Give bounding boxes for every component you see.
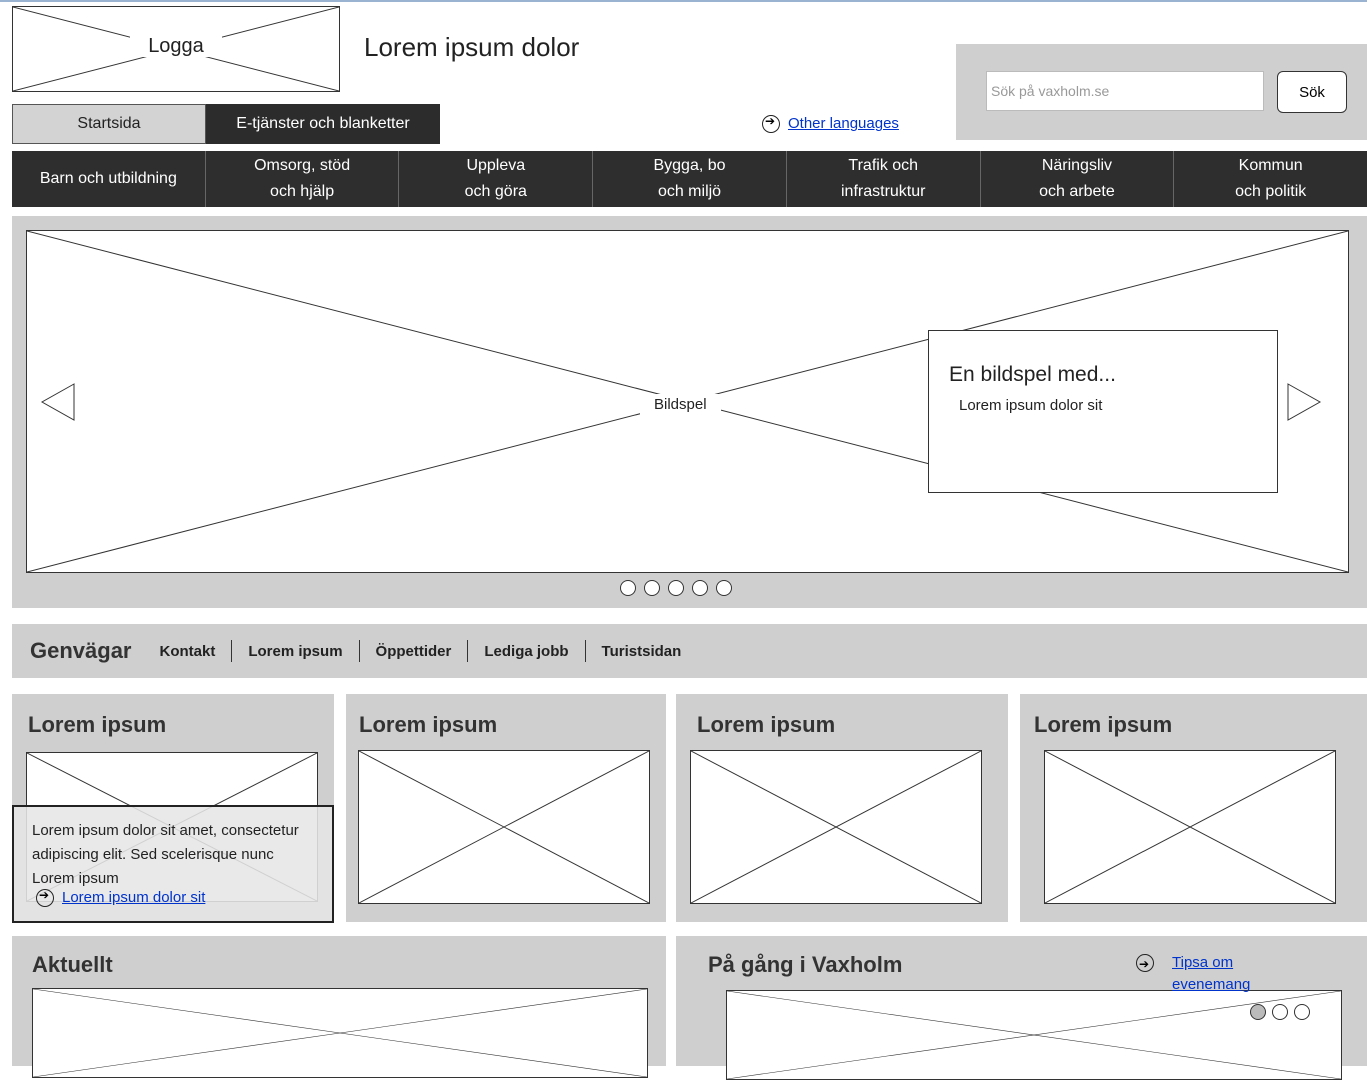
overlay-link-text[interactable]: Lorem ipsum dolor sit [62, 889, 205, 906]
top-border [0, 0, 1367, 2]
caption-title: En bildspel med... [949, 363, 1116, 386]
card-image-placeholder [1044, 750, 1336, 904]
slideshow-caption: En bildspel med... Lorem ipsum dolor sit [928, 330, 1278, 493]
shortcut-link-turistsidan[interactable]: Turistsidan [602, 643, 682, 660]
news-title: Aktuellt [32, 952, 113, 977]
overlay-link[interactable]: Lorem ipsum dolor sit [36, 888, 205, 908]
pagination-dot[interactable] [692, 580, 708, 596]
shortcut-link-lediga-jobb[interactable]: Lediga jobb [484, 643, 568, 660]
nav-item-bygga[interactable]: Bygga, bo och miljö [593, 151, 787, 207]
card-title: Lorem ipsum [359, 712, 498, 737]
nav-item-omsorg[interactable]: Omsorg, stöd och hjälp [206, 151, 400, 207]
slideshow-pagination [620, 580, 732, 596]
card-title: Lorem ipsum [1034, 712, 1173, 737]
logo-placeholder[interactable]: Logga [12, 6, 340, 92]
main-navigation: Barn och utbildning Omsorg, stöd och hjäl… [12, 151, 1367, 207]
tab-e-tjanster[interactable]: E-tjänster och blanketter [206, 104, 440, 144]
prev-arrow-icon[interactable] [40, 382, 76, 422]
nav-item-kommun[interactable]: Kommun och politik [1174, 151, 1367, 207]
card[interactable]: Lorem ipsum [676, 694, 1008, 922]
pagination-dot[interactable] [620, 580, 636, 596]
news-image-placeholder [32, 988, 648, 1078]
nav-item-uppleva[interactable]: Uppleva och göra [399, 151, 594, 207]
card-image-placeholder [690, 750, 982, 904]
overlay-text: Lorem ipsum dolor sit amet, consectetur … [32, 822, 299, 887]
card-title: Lorem ipsum [28, 712, 167, 737]
events-title: På gång i Vaxholm [708, 952, 903, 977]
pagination-dot[interactable] [1272, 1004, 1288, 1020]
shortcuts-title: Genvägar [30, 638, 132, 663]
logo-label: Logga [130, 35, 222, 57]
card[interactable]: Lorem ipsum [346, 694, 666, 922]
shortcut-link-kontakt[interactable]: Kontakt [160, 643, 216, 660]
shortcut-link-oppettider[interactable]: Öppettider [376, 643, 452, 660]
nav-item-trafik[interactable]: Trafik och infrastruktur [787, 151, 981, 207]
other-languages-text[interactable]: Other languages [788, 115, 899, 132]
card[interactable]: Lorem ipsum [1020, 694, 1367, 922]
shortcut-link-lorem[interactable]: Lorem ipsum [248, 643, 342, 660]
divider [467, 640, 469, 662]
arrow-right-circle-icon [36, 888, 54, 908]
news-section: Aktuellt [12, 936, 666, 1078]
search-button[interactable]: Sök [1277, 71, 1347, 113]
card-image-placeholder [358, 750, 650, 904]
divider [584, 640, 586, 662]
divider [358, 640, 360, 662]
pagination-dot[interactable] [716, 580, 732, 596]
nav-item-naringsliv[interactable]: Näringsliv och arbete [981, 151, 1175, 207]
events-pagination [1250, 1004, 1310, 1020]
card-title: Lorem ipsum [697, 712, 836, 737]
slideshow-label: Bildspel [640, 394, 721, 415]
events-tip-text[interactable]: Tipsa om evenemang [1172, 952, 1266, 996]
divider [231, 640, 233, 662]
shortcuts-bar: Genvägar Kontakt Lorem ipsum Öppettider … [12, 624, 1367, 678]
other-languages-link[interactable]: Other languages [762, 114, 899, 134]
events-tip-link[interactable]: Tipsa om evenemang [1136, 952, 1266, 996]
arrow-right-circle-icon [762, 114, 780, 134]
caption-text: Lorem ipsum dolor sit [959, 397, 1103, 414]
site-title: Lorem ipsum dolor [364, 32, 580, 62]
pagination-dot[interactable] [1250, 1004, 1266, 1020]
pagination-dot[interactable] [668, 580, 684, 596]
arrow-right-circle-icon [1136, 953, 1154, 975]
nav-item-barn[interactable]: Barn och utbildning [12, 151, 206, 207]
search-input[interactable] [986, 71, 1264, 111]
card-hover-overlay[interactable]: Lorem ipsum dolor sit amet, consectetur … [12, 805, 334, 923]
pagination-dot[interactable] [644, 580, 660, 596]
next-arrow-icon[interactable] [1286, 382, 1322, 422]
tab-startsida[interactable]: Startsida [12, 104, 206, 144]
pagination-dot[interactable] [1294, 1004, 1310, 1020]
